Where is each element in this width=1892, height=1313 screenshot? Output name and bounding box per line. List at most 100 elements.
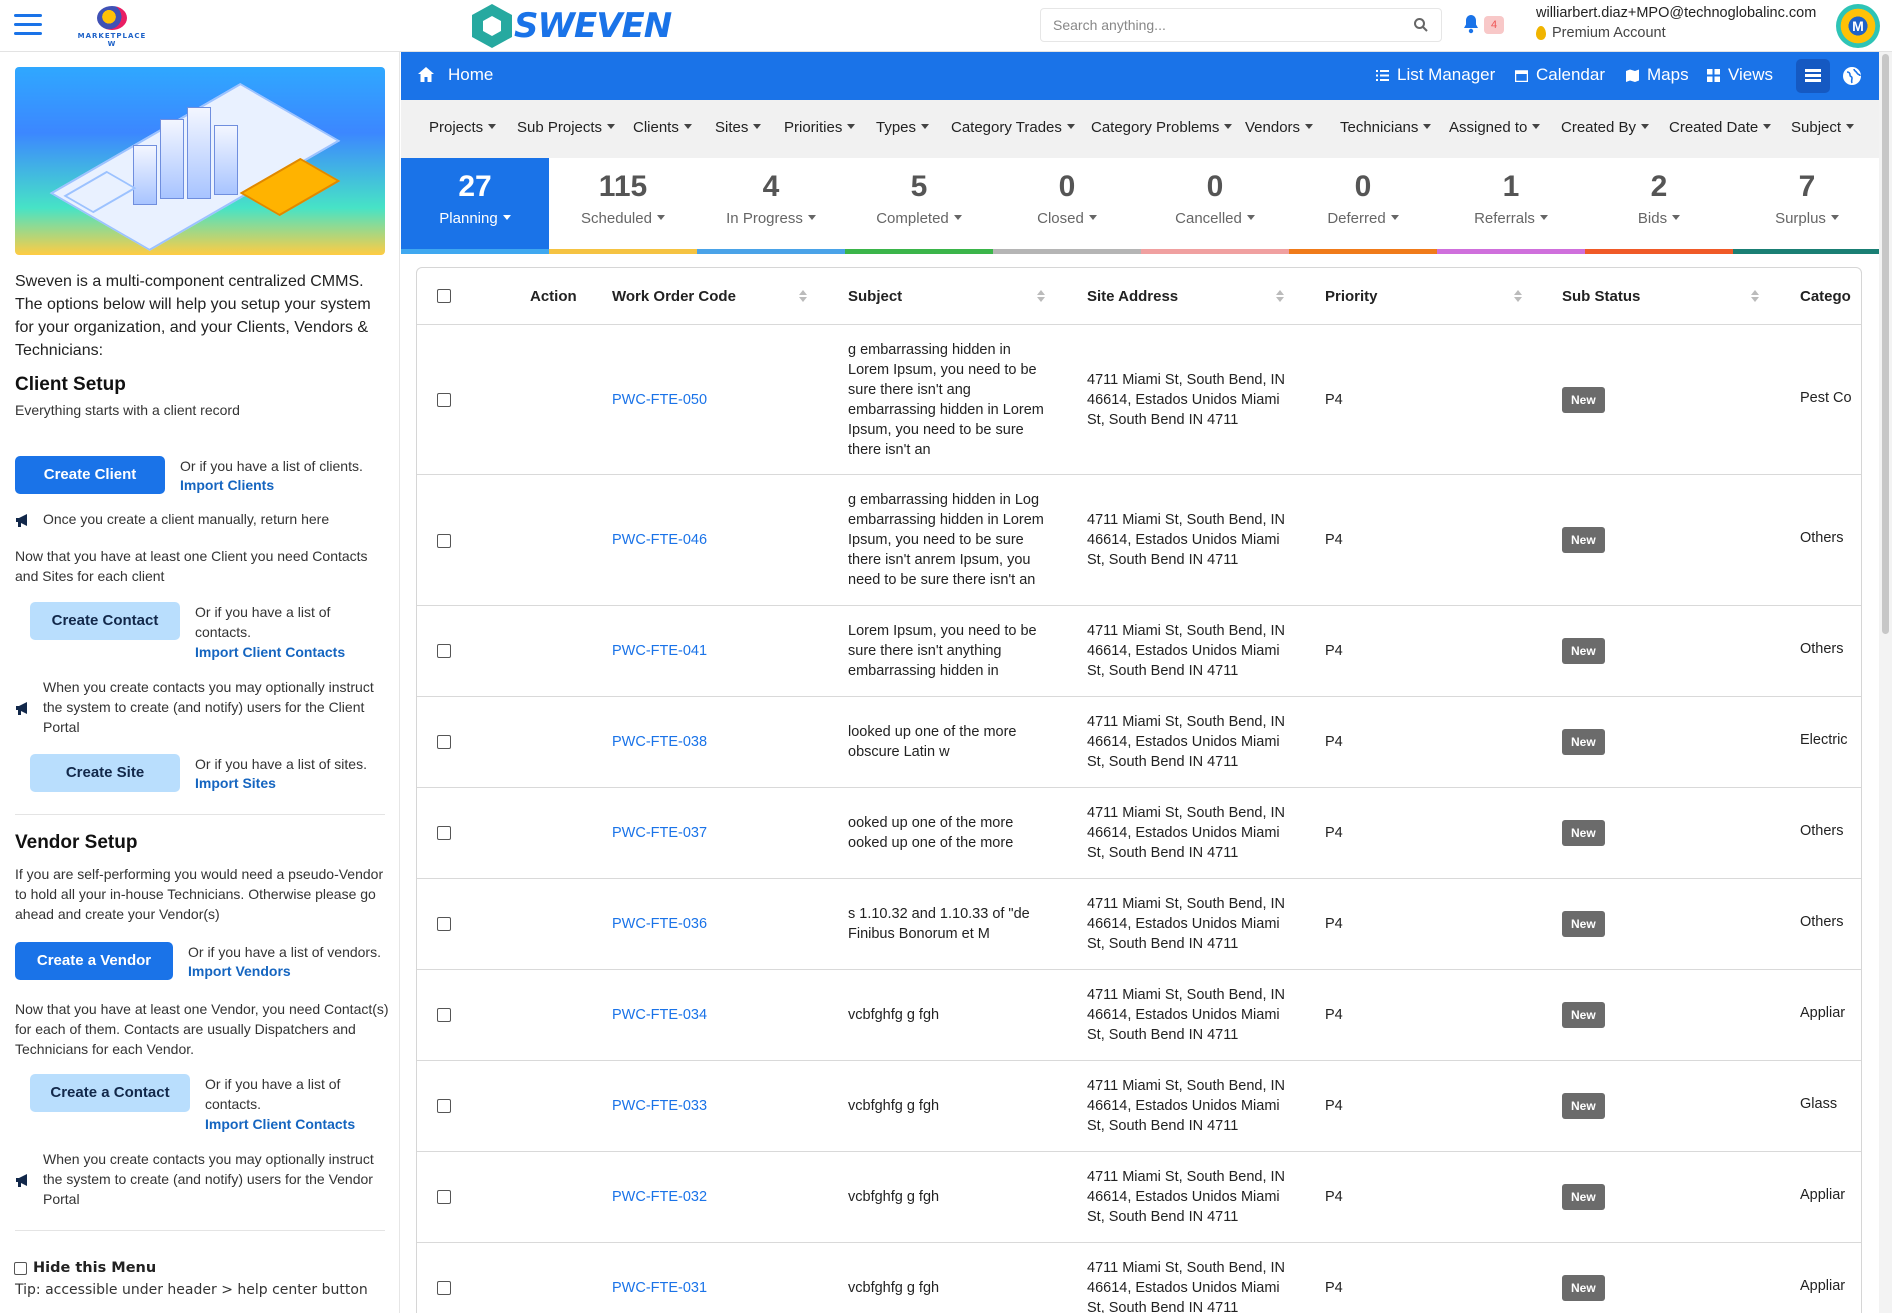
- status-cancelled[interactable]: 0 Cancelled: [1141, 158, 1289, 254]
- work-order-code[interactable]: PWC-FTE-046: [612, 530, 707, 550]
- calendar-link[interactable]: Calendar: [1515, 65, 1605, 85]
- hide-menu-checkbox[interactable]: [14, 1261, 27, 1275]
- marketplace-logo[interactable]: MARKETPLACE W: [72, 6, 152, 48]
- row-checkbox[interactable]: [437, 826, 451, 840]
- row-checkbox[interactable]: [437, 393, 451, 407]
- notification-count-badge[interactable]: 4: [1484, 16, 1504, 34]
- import-client-contacts-link[interactable]: Import Client Contacts: [195, 644, 345, 660]
- row-checkbox[interactable]: [437, 735, 451, 749]
- row-checkbox[interactable]: [437, 1281, 451, 1295]
- create-client-button[interactable]: Create Client: [15, 456, 165, 494]
- row-checkbox[interactable]: [437, 644, 451, 658]
- create-site-button[interactable]: Create Site: [30, 754, 180, 792]
- filter-clients[interactable]: Clients: [633, 119, 692, 136]
- avatar[interactable]: M: [1836, 4, 1880, 48]
- import-vendors-link[interactable]: Import Vendors: [188, 963, 291, 979]
- work-order-code[interactable]: PWC-FTE-033: [612, 1096, 707, 1116]
- work-order-code[interactable]: PWC-FTE-037: [612, 823, 707, 843]
- status-deferred[interactable]: 0 Deferred: [1289, 158, 1437, 254]
- work-order-code[interactable]: PWC-FTE-036: [612, 914, 707, 934]
- home-link[interactable]: Home: [448, 65, 493, 85]
- bell-icon[interactable]: [1462, 14, 1480, 34]
- import-client-contacts2-link[interactable]: Import Client Contacts: [205, 1116, 355, 1132]
- col-work-order-code[interactable]: Work Order Code: [612, 288, 736, 305]
- row-checkbox[interactable]: [437, 1008, 451, 1022]
- create-contact-button[interactable]: Create Contact: [30, 602, 180, 640]
- megaphone-icon: [16, 1174, 27, 1187]
- row-checkbox[interactable]: [437, 917, 451, 931]
- create-a-contact-button[interactable]: Create a Contact: [30, 1074, 190, 1112]
- col-priority[interactable]: Priority: [1325, 288, 1378, 305]
- table-row[interactable]: PWC-FTE-041 Lorem Ipsum, you need to be …: [417, 606, 1861, 697]
- table-row[interactable]: PWC-FTE-033 vcbfghfg g fgh 4711 Miami St…: [417, 1061, 1861, 1152]
- import-clients-link[interactable]: Import Clients: [180, 477, 274, 493]
- col-category[interactable]: Catego: [1800, 288, 1851, 305]
- status-badge: New: [1562, 820, 1605, 846]
- table-row[interactable]: PWC-FTE-034 vcbfghfg g fgh 4711 Miami St…: [417, 970, 1861, 1061]
- table-row[interactable]: PWC-FTE-038 looked up one of the more ob…: [417, 697, 1861, 788]
- filter-subject[interactable]: Subject: [1791, 119, 1854, 136]
- page-scrollbar-thumb[interactable]: [1882, 54, 1889, 634]
- col-sub-status[interactable]: Sub Status: [1562, 288, 1640, 305]
- create-vendor-button[interactable]: Create a Vendor: [15, 942, 173, 980]
- filter-types[interactable]: Types: [876, 119, 929, 136]
- work-order-code[interactable]: PWC-FTE-032: [612, 1187, 707, 1207]
- views-link[interactable]: Views: [1707, 65, 1773, 85]
- work-order-code[interactable]: PWC-FTE-034: [612, 1005, 707, 1025]
- status-referrals[interactable]: 1 Referrals: [1437, 158, 1585, 254]
- sort-icon[interactable]: [1514, 290, 1522, 302]
- filter-priorities[interactable]: Priorities: [784, 119, 855, 136]
- table-row[interactable]: PWC-FTE-046 g embarrassing hidden in Log…: [417, 475, 1861, 606]
- import-sites-link[interactable]: Import Sites: [195, 775, 276, 791]
- filter-assigned-to[interactable]: Assigned to: [1449, 119, 1540, 136]
- filter-category-trades[interactable]: Category Trades: [951, 119, 1075, 136]
- filter-created-by[interactable]: Created By: [1561, 119, 1649, 136]
- maps-link[interactable]: Maps: [1626, 65, 1689, 85]
- table-row[interactable]: PWC-FTE-036 s 1.10.32 and 1.10.33 of "de…: [417, 879, 1861, 970]
- filter-category-problems[interactable]: Category Problems: [1091, 119, 1232, 136]
- filter-created-date[interactable]: Created Date: [1669, 119, 1771, 136]
- filter-projects[interactable]: Projects: [429, 119, 496, 136]
- search-input[interactable]: [1041, 9, 1381, 41]
- table-row[interactable]: PWC-FTE-032 vcbfghfg g fgh 4711 Miami St…: [417, 1152, 1861, 1243]
- work-order-code[interactable]: PWC-FTE-031: [612, 1278, 707, 1298]
- filter-sub-projects[interactable]: Sub Projects: [517, 119, 615, 136]
- filter-technicians[interactable]: Technicians: [1340, 119, 1431, 136]
- row-category: Others: [1800, 530, 1844, 546]
- hide-menu-toggle[interactable]: Hide this Menu: [14, 1260, 156, 1276]
- status-scheduled[interactable]: 115 Scheduled: [549, 158, 697, 254]
- table-row[interactable]: PWC-FTE-050 g embarrassing hidden in Lor…: [417, 325, 1861, 475]
- status-in-progress[interactable]: 4 In Progress: [697, 158, 845, 254]
- filter-sites[interactable]: Sites: [715, 119, 761, 136]
- col-subject[interactable]: Subject: [848, 288, 902, 305]
- status-bids[interactable]: 2 Bids: [1585, 158, 1733, 254]
- work-order-code[interactable]: PWC-FTE-038: [612, 732, 707, 752]
- vendor-setup-text: If you are self-performing you would nee…: [15, 866, 384, 922]
- col-site-address[interactable]: Site Address: [1087, 288, 1178, 305]
- row-checkbox[interactable]: [437, 1190, 451, 1204]
- status-closed[interactable]: 0 Closed: [993, 158, 1141, 254]
- work-order-code[interactable]: PWC-FTE-041: [612, 641, 707, 661]
- status-planning[interactable]: 27 Planning: [401, 158, 549, 254]
- sort-icon[interactable]: [1037, 290, 1045, 302]
- list-manager-link[interactable]: List Manager: [1376, 65, 1495, 85]
- filter-vendors[interactable]: Vendors: [1245, 119, 1313, 136]
- select-all-checkbox[interactable]: [437, 289, 451, 303]
- brand-logo[interactable]: SWEVEN: [472, 4, 672, 48]
- user-email[interactable]: williarbert.diaz+MPO@technoglobalinc.com: [1536, 5, 1816, 21]
- status-surplus[interactable]: 7 Surplus: [1733, 158, 1881, 254]
- sort-icon[interactable]: [799, 290, 807, 302]
- table-view-button[interactable]: [1796, 59, 1830, 93]
- search-icon[interactable]: [1413, 17, 1429, 33]
- home-icon[interactable]: [417, 66, 435, 84]
- table-row[interactable]: PWC-FTE-031 vcbfghfg g fgh 4711 Miami St…: [417, 1243, 1861, 1313]
- sort-icon[interactable]: [1276, 290, 1284, 302]
- sort-icon[interactable]: [1751, 290, 1759, 302]
- work-order-code[interactable]: PWC-FTE-050: [612, 390, 707, 410]
- status-completed[interactable]: 5 Completed: [845, 158, 993, 254]
- row-checkbox[interactable]: [437, 534, 451, 548]
- globe-view-button[interactable]: [1835, 59, 1869, 93]
- row-checkbox[interactable]: [437, 1099, 451, 1113]
- table-row[interactable]: PWC-FTE-037 ooked up one of the more ook…: [417, 788, 1861, 879]
- hamburger-icon[interactable]: [14, 14, 42, 36]
